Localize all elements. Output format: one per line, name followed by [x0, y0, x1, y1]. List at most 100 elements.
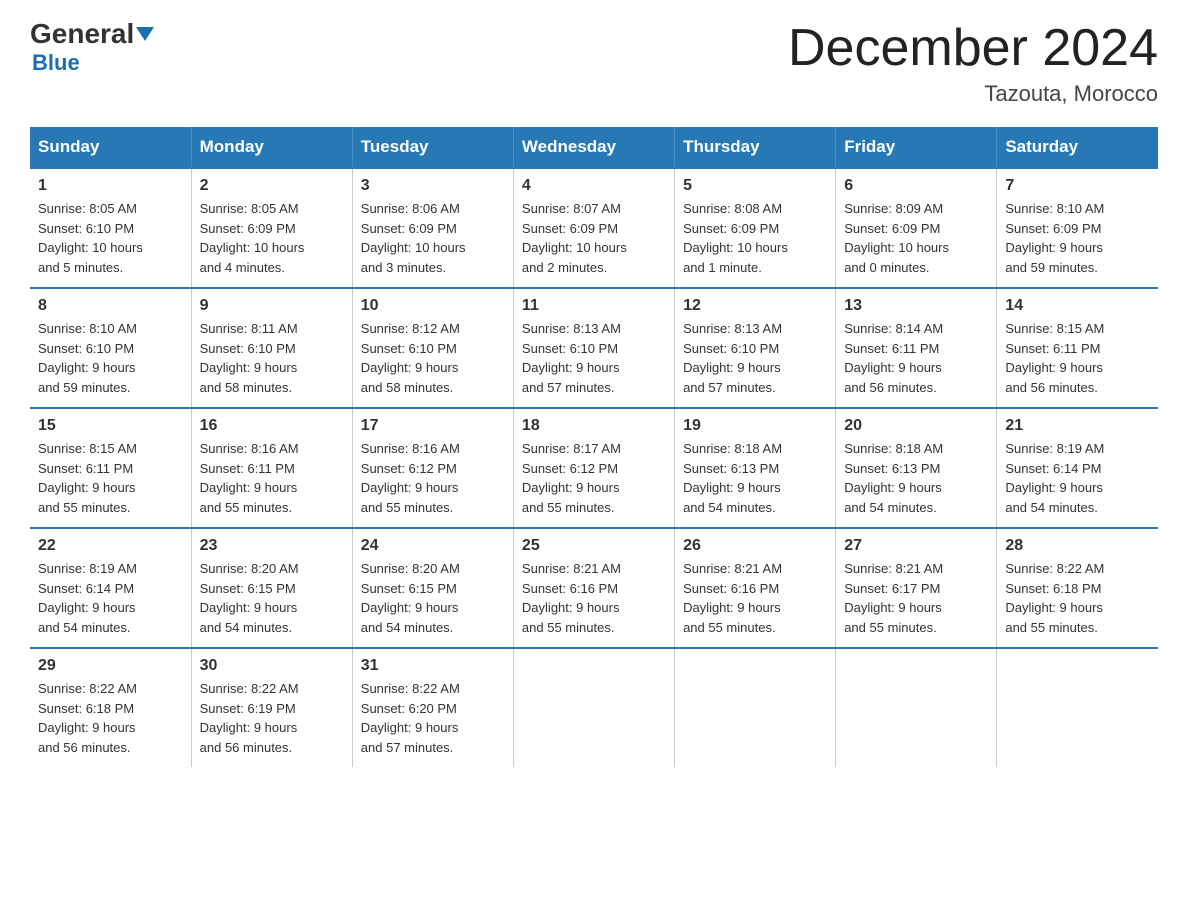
- day-info: Sunrise: 8:05 AMSunset: 6:10 PMDaylight:…: [38, 199, 183, 277]
- day-number: 21: [1005, 417, 1150, 435]
- calendar-cell: 24Sunrise: 8:20 AMSunset: 6:15 PMDayligh…: [352, 528, 513, 648]
- header-monday: Monday: [191, 127, 352, 168]
- day-number: 27: [844, 537, 988, 555]
- day-info: Sunrise: 8:19 AMSunset: 6:14 PMDaylight:…: [38, 559, 183, 637]
- calendar-cell: 11 Sunrise: 8:13 AMSunset: 6:10 PMDayligh…: [513, 288, 674, 408]
- calendar-cell: 29 Sunrise: 8:22 AMSunset: 6:18 PMDayligh…: [30, 648, 191, 767]
- day-info: Sunrise: 8:22 AMSunset: 6:18 PMDaylight:…: [1005, 559, 1150, 637]
- day-number: 22: [38, 537, 183, 555]
- calendar-cell: 2 Sunrise: 8:05 AMSunset: 6:09 PMDaylight…: [191, 168, 352, 288]
- header-thursday: Thursday: [675, 127, 836, 168]
- calendar-cell: 3Sunrise: 8:06 AMSunset: 6:09 PMDaylight…: [352, 168, 513, 288]
- day-info: Sunrise: 8:22 AMSunset: 6:19 PMDaylight:…: [200, 679, 344, 757]
- day-info: Sunrise: 8:18 AMSunset: 6:13 PMDaylight:…: [683, 439, 827, 517]
- day-number: 9: [200, 297, 344, 315]
- day-info: Sunrise: 8:10 AMSunset: 6:09 PMDaylight:…: [1005, 199, 1150, 277]
- day-info: Sunrise: 8:13 AMSunset: 6:10 PMDaylight:…: [522, 319, 666, 397]
- day-number: 16: [200, 417, 344, 435]
- day-info: Sunrise: 8:22 AMSunset: 6:20 PMDaylight:…: [361, 679, 505, 757]
- calendar-week-row: 15 Sunrise: 8:15 AMSunset: 6:11 PMDayligh…: [30, 408, 1158, 528]
- day-number: 20: [844, 417, 988, 435]
- calendar-cell: 5Sunrise: 8:08 AMSunset: 6:09 PMDaylight…: [675, 168, 836, 288]
- calendar-table: SundayMondayTuesdayWednesdayThursdayFrid…: [30, 127, 1158, 767]
- header-friday: Friday: [836, 127, 997, 168]
- day-number: 17: [361, 417, 505, 435]
- day-number: 14: [1005, 297, 1150, 315]
- day-info: Sunrise: 8:20 AMSunset: 6:15 PMDaylight:…: [361, 559, 505, 637]
- day-number: 2: [200, 177, 344, 195]
- calendar-cell: [836, 648, 997, 767]
- calendar-week-row: 8 Sunrise: 8:10 AMSunset: 6:10 PMDaylight…: [30, 288, 1158, 408]
- calendar-cell: 20 Sunrise: 8:18 AMSunset: 6:13 PMDayligh…: [836, 408, 997, 528]
- day-info: Sunrise: 8:21 AMSunset: 6:16 PMDaylight:…: [683, 559, 827, 637]
- month-title: December 2024: [788, 20, 1158, 77]
- day-number: 31: [361, 657, 505, 675]
- page-header: General Blue December 2024 Tazouta, Moro…: [30, 20, 1158, 107]
- day-info: Sunrise: 8:15 AMSunset: 6:11 PMDaylight:…: [1005, 319, 1150, 397]
- day-info: Sunrise: 8:13 AMSunset: 6:10 PMDaylight:…: [683, 319, 827, 397]
- day-number: 10: [361, 297, 505, 315]
- day-number: 15: [38, 417, 183, 435]
- day-number: 6: [844, 177, 988, 195]
- day-number: 25: [522, 537, 666, 555]
- calendar-week-row: 22 Sunrise: 8:19 AMSunset: 6:14 PMDayligh…: [30, 528, 1158, 648]
- calendar-cell: 14 Sunrise: 8:15 AMSunset: 6:11 PMDayligh…: [997, 288, 1158, 408]
- day-number: 30: [200, 657, 344, 675]
- header-tuesday: Tuesday: [352, 127, 513, 168]
- calendar-cell: 4 Sunrise: 8:07 AMSunset: 6:09 PMDaylight…: [513, 168, 674, 288]
- day-info: Sunrise: 8:14 AMSunset: 6:11 PMDaylight:…: [844, 319, 988, 397]
- calendar-cell: 22 Sunrise: 8:19 AMSunset: 6:14 PMDayligh…: [30, 528, 191, 648]
- calendar-cell: 10 Sunrise: 8:12 AMSunset: 6:10 PMDayligh…: [352, 288, 513, 408]
- day-info: Sunrise: 8:09 AMSunset: 6:09 PMDaylight:…: [844, 199, 988, 277]
- calendar-week-row: 29 Sunrise: 8:22 AMSunset: 6:18 PMDayligh…: [30, 648, 1158, 767]
- day-info: Sunrise: 8:12 AMSunset: 6:10 PMDaylight:…: [361, 319, 505, 397]
- calendar-cell: 7 Sunrise: 8:10 AMSunset: 6:09 PMDaylight…: [997, 168, 1158, 288]
- day-number: 12: [683, 297, 827, 315]
- day-info: Sunrise: 8:15 AMSunset: 6:11 PMDaylight:…: [38, 439, 183, 517]
- day-info: Sunrise: 8:20 AMSunset: 6:15 PMDaylight:…: [200, 559, 344, 637]
- calendar-cell: 9 Sunrise: 8:11 AMSunset: 6:10 PMDaylight…: [191, 288, 352, 408]
- calendar-cell: [997, 648, 1158, 767]
- calendar-cell: [675, 648, 836, 767]
- day-number: 11: [522, 297, 666, 315]
- calendar-cell: 12 Sunrise: 8:13 AMSunset: 6:10 PMDayligh…: [675, 288, 836, 408]
- logo-triangle-icon: [136, 27, 154, 41]
- day-number: 18: [522, 417, 666, 435]
- day-info: Sunrise: 8:21 AMSunset: 6:17 PMDaylight:…: [844, 559, 988, 637]
- day-number: 26: [683, 537, 827, 555]
- day-info: Sunrise: 8:18 AMSunset: 6:13 PMDaylight:…: [844, 439, 988, 517]
- calendar-cell: 8 Sunrise: 8:10 AMSunset: 6:10 PMDaylight…: [30, 288, 191, 408]
- day-number: 8: [38, 297, 183, 315]
- calendar-cell: [513, 648, 674, 767]
- logo: General Blue: [30, 20, 154, 76]
- calendar-cell: 16 Sunrise: 8:16 AMSunset: 6:11 PMDayligh…: [191, 408, 352, 528]
- calendar-cell: 25Sunrise: 8:21 AMSunset: 6:16 PMDayligh…: [513, 528, 674, 648]
- day-number: 7: [1005, 177, 1150, 195]
- calendar-cell: 19 Sunrise: 8:18 AMSunset: 6:13 PMDayligh…: [675, 408, 836, 528]
- day-number: 3: [361, 177, 505, 195]
- calendar-cell: 17Sunrise: 8:16 AMSunset: 6:12 PMDayligh…: [352, 408, 513, 528]
- day-info: Sunrise: 8:05 AMSunset: 6:09 PMDaylight:…: [200, 199, 344, 277]
- calendar-cell: 21Sunrise: 8:19 AMSunset: 6:14 PMDayligh…: [997, 408, 1158, 528]
- calendar-cell: 30 Sunrise: 8:22 AMSunset: 6:19 PMDayligh…: [191, 648, 352, 767]
- day-number: 19: [683, 417, 827, 435]
- calendar-cell: 31 Sunrise: 8:22 AMSunset: 6:20 PMDayligh…: [352, 648, 513, 767]
- day-info: Sunrise: 8:10 AMSunset: 6:10 PMDaylight:…: [38, 319, 183, 397]
- header-wednesday: Wednesday: [513, 127, 674, 168]
- title-block: December 2024 Tazouta, Morocco: [788, 20, 1158, 107]
- day-info: Sunrise: 8:16 AMSunset: 6:11 PMDaylight:…: [200, 439, 344, 517]
- header-saturday: Saturday: [997, 127, 1158, 168]
- calendar-header-row: SundayMondayTuesdayWednesdayThursdayFrid…: [30, 127, 1158, 168]
- calendar-cell: 1Sunrise: 8:05 AMSunset: 6:10 PMDaylight…: [30, 168, 191, 288]
- day-info: Sunrise: 8:17 AMSunset: 6:12 PMDaylight:…: [522, 439, 666, 517]
- day-info: Sunrise: 8:11 AMSunset: 6:10 PMDaylight:…: [200, 319, 344, 397]
- day-number: 4: [522, 177, 666, 195]
- day-number: 23: [200, 537, 344, 555]
- day-info: Sunrise: 8:22 AMSunset: 6:18 PMDaylight:…: [38, 679, 183, 757]
- header-sunday: Sunday: [30, 127, 191, 168]
- day-number: 29: [38, 657, 183, 675]
- day-info: Sunrise: 8:07 AMSunset: 6:09 PMDaylight:…: [522, 199, 666, 277]
- calendar-cell: 15 Sunrise: 8:15 AMSunset: 6:11 PMDayligh…: [30, 408, 191, 528]
- calendar-week-row: 1Sunrise: 8:05 AMSunset: 6:10 PMDaylight…: [30, 168, 1158, 288]
- day-number: 13: [844, 297, 988, 315]
